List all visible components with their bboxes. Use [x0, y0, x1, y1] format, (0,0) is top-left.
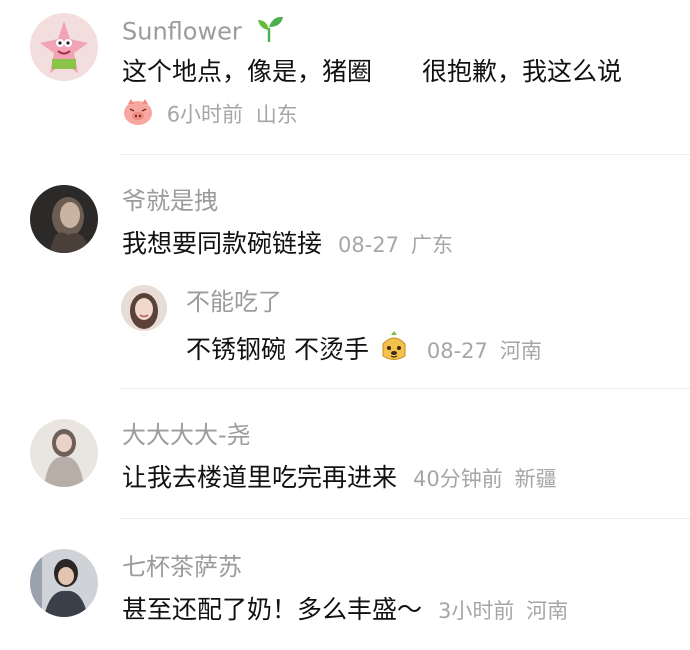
- comment-username[interactable]: Sunflower: [122, 14, 285, 51]
- dog-face-emoji: [377, 330, 411, 372]
- comment-text: 这个地点，像是，猪圈 很抱歉，我这么说: [122, 57, 623, 86]
- comment-location: 山东: [255, 102, 298, 127]
- comment-time: 40分钟前: [412, 467, 503, 491]
- reply-username[interactable]: 不能吃了: [186, 287, 282, 317]
- reply-location: 河南: [499, 339, 542, 363]
- avatar[interactable]: [30, 185, 98, 253]
- comment-text-line: 我想要同款碗链接 08-27 广东: [122, 228, 453, 261]
- comment-text: 甚至还配了奶！多么丰盛～: [122, 595, 423, 624]
- comment-time: 3小时前: [437, 599, 515, 623]
- divider: [120, 154, 690, 155]
- comment-location: 河南: [526, 599, 569, 623]
- comment-username[interactable]: 爷就是拽: [122, 186, 218, 216]
- reply-text-line: 不锈钢碗 不烫手 08-27 河南: [186, 330, 542, 372]
- comment-location: 广东: [410, 233, 453, 257]
- comment-location: 新疆: [514, 467, 557, 491]
- divider: [120, 518, 690, 519]
- username-text: Sunflower: [122, 17, 242, 46]
- comment-text-line: 甚至还配了奶！多么丰盛～ 3小时前 河南: [122, 594, 568, 627]
- user-photo-avatar-icon: [30, 419, 98, 487]
- comment-meta: 6小时前 山东: [122, 98, 298, 133]
- reply-avatar[interactable]: [121, 285, 167, 331]
- divider: [120, 388, 690, 389]
- user-photo-avatar-icon: [30, 549, 98, 617]
- pig-face-emoji: [122, 98, 154, 133]
- avatar[interactable]: [30, 419, 98, 487]
- comment-text: 我想要同款碗链接: [122, 229, 323, 258]
- comment-time: 08-27: [337, 233, 399, 257]
- comment-time: 6小时前: [166, 102, 244, 127]
- comment-text-line: 让我去楼道里吃完再进来 40分钟前 新疆: [122, 462, 557, 495]
- comment-text: 让我去楼道里吃完再进来: [122, 463, 398, 492]
- avatar[interactable]: [30, 549, 98, 617]
- user-photo-avatar-icon: [121, 285, 167, 331]
- comment-username[interactable]: 大大大大-尧: [122, 420, 251, 450]
- reply-text: 不锈钢碗 不烫手: [186, 335, 369, 364]
- patrick-star-avatar-icon: [30, 13, 98, 81]
- user-photo-avatar-icon: [30, 185, 98, 253]
- avatar[interactable]: [30, 13, 98, 81]
- comment-username[interactable]: 七杯茶萨苏: [122, 552, 242, 582]
- reply-time: 08-27: [426, 339, 488, 363]
- sprout-icon: [255, 14, 285, 51]
